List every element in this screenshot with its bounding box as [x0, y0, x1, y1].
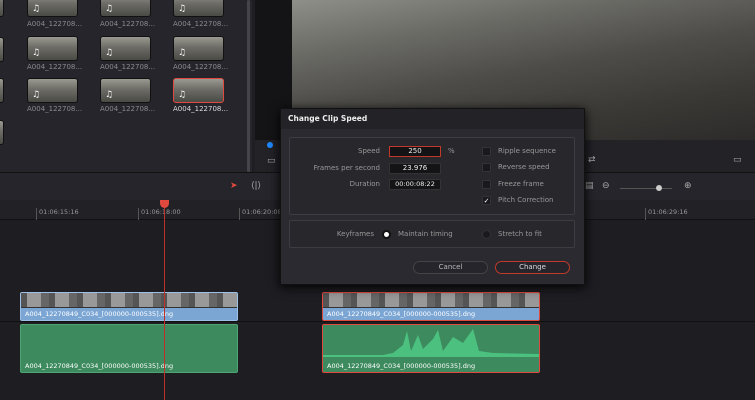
cancel-button[interactable]: Cancel [413, 261, 488, 274]
clip-thumbnail[interactable]: ♫ [100, 36, 151, 61]
audio-clip-name: A004_12270849_C034_[000000-000535].dng [25, 362, 174, 370]
ripple-sequence-checkbox[interactable] [482, 147, 491, 156]
clip-filmstrip [21, 293, 237, 308]
fps-label: Frames per second [313, 164, 381, 172]
clip-thumbnail-selected[interactable]: ♫ [173, 78, 224, 103]
video-clip-name: A004_12270849_C034_[000000-000535].dng [327, 310, 476, 318]
frame-icon[interactable]: ▭ [267, 156, 276, 166]
clip-thumbnail-partial[interactable] [0, 78, 4, 103]
dialog-title: Change Clip Speed [281, 109, 584, 129]
pitch-correction-checkbox[interactable]: ✓ [482, 196, 491, 205]
clip-label: A004_122708... [100, 20, 156, 28]
clip-thumbnail-partial[interactable] [0, 37, 4, 62]
music-note-icon: ♫ [178, 4, 187, 14]
loop-icon[interactable]: ⇄ [588, 155, 596, 165]
track-height-icon[interactable]: ▤ [585, 181, 594, 191]
ruler-timecode: 01:06:20:08 [239, 208, 282, 220]
music-note-icon: ♫ [32, 4, 41, 14]
video-clip-name: A004_12270849_C034_[000000-000535].dng [25, 310, 174, 318]
clip-label: A004_122708... [100, 63, 156, 71]
ruler-timecode: 01:06:15:16 [36, 208, 79, 220]
duration-input[interactable]: 00:00:08:22 [389, 179, 441, 190]
clip-thumbnail-partial[interactable] [0, 0, 4, 17]
checkmark-icon: ✓ [483, 197, 490, 205]
keyframes-label: Keyframes [336, 230, 374, 238]
zoom-slider-handle[interactable] [656, 185, 662, 191]
music-note-icon: ♫ [32, 90, 41, 100]
media-pool-scrollbar[interactable] [247, 0, 250, 172]
media-pool: ♫ A004_122708... ♫ A004_122708... ♫ A004… [0, 0, 252, 172]
clip-thumbnail[interactable]: ♫ [27, 36, 78, 61]
clip-label: A004_122708... [173, 63, 229, 71]
trim-tool-icon[interactable]: ⟨|⟩ [251, 181, 261, 191]
reverse-speed-checkbox[interactable] [482, 163, 491, 172]
fps-input[interactable]: 23.976 [389, 163, 441, 174]
reverse-speed-label: Reverse speed [498, 163, 550, 171]
clip-label: A004_122708... [27, 105, 83, 113]
music-note-icon: ♫ [178, 48, 187, 58]
clip-thumbnail[interactable]: ♫ [100, 0, 151, 17]
clip-thumbnail[interactable]: ♫ [27, 78, 78, 103]
maintain-timing-label: Maintain timing [398, 230, 453, 238]
ruler-timecode: 01:06:29:16 [645, 208, 688, 220]
audio-clip[interactable]: A004_12270849_C034_[000000-000535].dng [20, 324, 238, 373]
audio-clip-name: A004_12270849_C034_[000000-000535].dng [327, 362, 476, 370]
ripple-sequence-label: Ripple sequence [498, 147, 556, 155]
video-clip-selected[interactable]: A004_12270849_C034_[000000-000535].dng [322, 292, 540, 321]
clip-label: A004_122708... [100, 105, 156, 113]
zoom-in-icon[interactable]: ⊕ [684, 181, 692, 191]
scrubber-handle[interactable] [267, 142, 273, 148]
music-note-icon: ♫ [32, 48, 41, 58]
clip-label: A004_122708... [173, 105, 229, 113]
zoom-slider[interactable] [620, 188, 672, 189]
stretch-to-fit-label: Stretch to fit [498, 230, 542, 238]
playhead-line[interactable] [164, 200, 165, 400]
clip-thumbnail[interactable]: ♫ [173, 36, 224, 61]
pitch-correction-label: Pitch Correction [498, 196, 554, 204]
freeze-frame-checkbox[interactable] [482, 180, 491, 189]
ruler-timecode: 01:06:18:00 [138, 208, 181, 220]
speed-unit: % [448, 147, 455, 155]
selection-tool-icon[interactable]: ➤ [230, 181, 238, 191]
music-note-icon: ♫ [105, 90, 114, 100]
change-clip-speed-dialog: Change Clip Speed Speed 250 % Frames per… [280, 108, 585, 285]
clip-label: A004_122708... [27, 20, 83, 28]
keyframes-panel: Keyframes Maintain timing Stretch to fit [289, 220, 575, 248]
fullscreen-icon[interactable]: ▭ [733, 155, 742, 165]
speed-settings-panel: Speed 250 % Frames per second 23.976 Dur… [289, 137, 575, 215]
music-note-icon: ♫ [178, 90, 187, 100]
music-note-icon: ♫ [105, 48, 114, 58]
track-divider [0, 321, 755, 322]
clip-label: A004_122708... [27, 63, 83, 71]
maintain-timing-radio[interactable] [382, 230, 391, 239]
audio-waveform [323, 329, 539, 357]
audio-clip-selected[interactable]: A004_12270849_C034_[000000-000535].dng [322, 324, 540, 373]
duration-label: Duration [349, 180, 380, 188]
change-button[interactable]: Change [495, 261, 570, 274]
speed-input[interactable]: 250 [389, 146, 441, 157]
music-note-icon: ♫ [105, 4, 114, 14]
zoom-out-icon[interactable]: ⊖ [602, 181, 610, 191]
clip-thumbnail-partial[interactable] [0, 120, 4, 145]
video-clip[interactable]: A004_12270849_C034_[000000-000535].dng [20, 292, 238, 321]
clip-thumbnail[interactable]: ♫ [173, 0, 224, 17]
clip-thumbnail[interactable]: ♫ [27, 0, 78, 17]
clip-label: A004_122708... [173, 20, 229, 28]
speed-label: Speed [358, 147, 380, 155]
clip-filmstrip [323, 293, 539, 308]
clip-thumbnail[interactable]: ♫ [100, 78, 151, 103]
freeze-frame-label: Freeze frame [498, 180, 544, 188]
stretch-to-fit-radio[interactable] [482, 230, 491, 239]
